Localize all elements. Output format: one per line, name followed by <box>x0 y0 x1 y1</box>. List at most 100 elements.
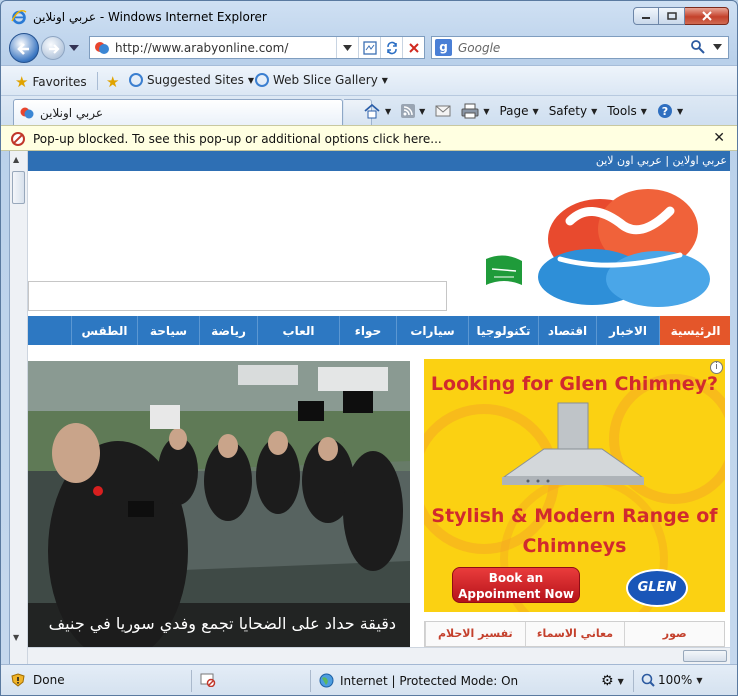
search-options-chevron-icon[interactable] <box>713 44 722 50</box>
google-icon: g <box>435 39 452 56</box>
refresh-button[interactable] <box>380 37 402 58</box>
chevron-down-icon: ▼ <box>676 106 684 116</box>
maximize-button[interactable] <box>659 7 685 25</box>
title-bar: عربي اونلاين - Windows Internet Explorer <box>1 1 737 31</box>
ad-subline-2: Chimneys <box>522 535 627 557</box>
address-bar[interactable]: http://www.arabyonline.com/ <box>89 36 425 59</box>
chevron-down-icon: ▼ <box>419 106 426 116</box>
zoom-control[interactable]: 100% ▼ <box>641 673 702 687</box>
nav-tourism[interactable]: سياحة <box>137 316 199 345</box>
read-mail-button[interactable] <box>435 105 451 117</box>
subtab-name-meanings[interactable]: معاني الاسماء <box>524 622 625 646</box>
compatibility-view-button[interactable] <box>358 37 380 58</box>
compatibility-icon <box>362 40 377 55</box>
rss-feed-icon <box>401 104 416 118</box>
arabyonline-logo[interactable] <box>530 181 714 311</box>
search-box[interactable]: g Google <box>431 36 729 59</box>
chevron-down-icon: ▼ <box>532 106 539 116</box>
popup-blocked-status-button[interactable] <box>200 673 216 687</box>
zone-text: Internet | Protected Mode: On <box>340 673 519 688</box>
close-infobar-icon[interactable]: ✕ <box>713 130 725 146</box>
ad-headline: Looking for Glen Chimney? <box>430 373 719 395</box>
cta-line-1: Book an <box>488 571 544 585</box>
window-controls <box>633 7 729 25</box>
vertical-scrollbar[interactable]: ▲ ▼ <box>10 151 28 664</box>
divider <box>310 670 311 692</box>
ad-info-icon[interactable]: i <box>710 361 723 374</box>
book-appointment-button[interactable]: Book an Appoinment Now <box>452 567 580 603</box>
ie-page-icon <box>255 73 269 87</box>
forward-button[interactable] <box>41 36 65 60</box>
photo-caption[interactable]: دقيقة حداد على الضحايا تجمع وفدي سوريا ف… <box>28 603 410 647</box>
glen-chimney-ad[interactable]: Looking for Glen Chimney? Stylish & Mode… <box>424 359 725 612</box>
search-icon[interactable] <box>690 39 706 55</box>
divider <box>97 72 98 90</box>
minimize-icon <box>642 17 650 19</box>
nav-news[interactable]: الاخبار <box>596 316 659 345</box>
chevron-down-icon: ▼ <box>617 676 624 686</box>
shield-warning-icon <box>11 673 25 687</box>
web-slice-gallery-label: Web Slice Gallery <box>273 73 378 87</box>
site-top-strip: عربي اولاين | عربي اون لاين <box>28 151 730 171</box>
svg-text:?: ? <box>662 105 668 118</box>
back-button[interactable] <box>9 33 39 63</box>
address-url: http://www.arabyonline.com/ <box>115 41 289 55</box>
ie-logo-icon <box>11 9 27 25</box>
nav-women[interactable]: حواء <box>339 316 396 345</box>
help-button[interactable]: ? ▼ <box>657 103 683 119</box>
chevron-down-icon: ▼ <box>247 75 255 85</box>
feeds-button[interactable]: ▼ <box>401 104 425 118</box>
search-placeholder: Google <box>458 41 501 55</box>
page-menu[interactable]: Page ▼ <box>499 104 538 118</box>
safety-menu[interactable]: Safety ▼ <box>549 104 598 118</box>
nav-technology[interactable]: تكنولوجيا <box>468 316 538 345</box>
nav-sports[interactable]: رياضة <box>199 316 257 345</box>
nav-economy[interactable]: اقتصاد <box>538 316 596 345</box>
scroll-up-icon[interactable]: ▲ <box>13 155 19 164</box>
minimize-button[interactable] <box>633 7 659 25</box>
favorites-button[interactable]: ★ Favorites <box>15 73 87 91</box>
nav-weather[interactable]: الطقس <box>71 316 137 345</box>
mail-icon <box>435 105 451 117</box>
scroll-down-icon[interactable]: ▼ <box>13 633 19 642</box>
suggested-sites-label: Suggested Sites <box>147 73 244 87</box>
divider <box>191 670 192 692</box>
recent-pages-dropdown-icon[interactable] <box>69 45 79 51</box>
chevron-down-icon: ▼ <box>483 106 490 116</box>
horizontal-scrollbar[interactable] <box>28 647 730 664</box>
address-dropdown-button[interactable] <box>336 37 358 58</box>
vertical-scroll-thumb[interactable] <box>12 171 25 204</box>
subtab-photos[interactable]: صور <box>624 622 724 646</box>
nav-games[interactable]: العاب <box>257 316 339 345</box>
home-button[interactable]: ▼ <box>363 103 391 119</box>
tools-menu[interactable]: Tools ▼ <box>607 104 647 118</box>
subtab-dream-interpretation[interactable]: تفسير الاحلام <box>424 622 525 646</box>
print-button[interactable]: ▼ <box>461 103 489 119</box>
security-zone[interactable]: Internet | Protected Mode: On <box>319 673 518 688</box>
status-done: Done <box>11 673 65 687</box>
site-top-links[interactable]: عربي اولاين | عربي اون لاين <box>596 154 727 167</box>
protected-mode-settings[interactable]: ⚙ ▼ <box>601 673 624 689</box>
zoom-level: 100% <box>658 673 693 687</box>
popup-blocked-infobar[interactable]: Pop-up blocked. To see this pop-up or ad… <box>1 125 737 151</box>
chevron-down-icon: ▼ <box>591 106 598 116</box>
close-icon <box>701 11 712 21</box>
site-subtabs: صور معاني الاسماء تفسير الاحلام <box>424 621 725 647</box>
add-to-favorites-bar-button[interactable]: ★ <box>106 73 123 91</box>
forward-arrow-icon <box>49 44 60 54</box>
popup-blocked-icon <box>200 673 216 687</box>
web-slice-gallery-link[interactable]: Web Slice Gallery ▼ <box>255 73 388 87</box>
close-window-button[interactable] <box>685 7 729 25</box>
horizontal-scroll-thumb[interactable] <box>683 650 727 662</box>
chevron-down-icon: ▼ <box>696 675 703 685</box>
nav-cars[interactable]: سيارات <box>396 316 468 345</box>
stop-button[interactable] <box>402 37 424 58</box>
suggested-sites-link[interactable]: Suggested Sites ▼ <box>129 73 254 87</box>
help-icon: ? <box>657 104 672 118</box>
site-favicon-icon <box>20 107 34 119</box>
nav-home[interactable]: الرئيسية <box>659 316 730 345</box>
site-search-input[interactable] <box>28 281 447 311</box>
ad-subline: Stylish & Modern Range of Chimneys <box>424 501 725 561</box>
news-photo[interactable]: دقيقة حداد على الضحايا تجمع وفدي سوريا ف… <box>28 361 410 647</box>
tab-arabyonline[interactable]: عربي اونلاين <box>13 99 343 126</box>
